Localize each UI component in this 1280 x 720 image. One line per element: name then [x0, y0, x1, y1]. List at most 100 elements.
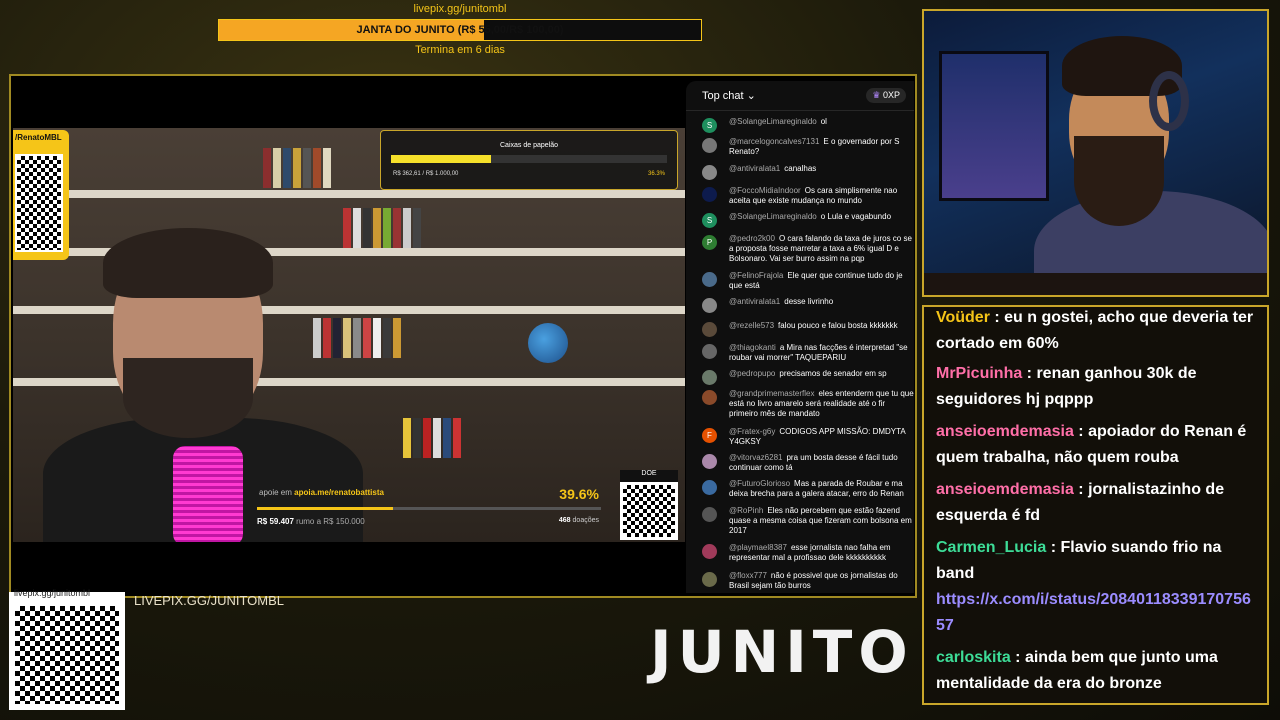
message-text: canalhas	[784, 164, 817, 173]
chat-message: Voüder : eu n gostei, acho que deveria t…	[936, 307, 1258, 357]
chat-message: anseioemdemasia : apoiador do Renan é qu…	[936, 419, 1258, 471]
chat-username[interactable]: Carmen_Lucia	[936, 539, 1046, 556]
apoie-donations-count: 468	[558, 517, 571, 524]
youtube-chat-message: @vitorvaz6281 pra um bosta desse é fácil …	[702, 453, 914, 473]
brand-logo: JUNITO	[650, 618, 914, 686]
youtube-chat-message: S @SolangeLimareginaldo ol	[702, 117, 914, 133]
youtube-chat-message: F @Fratex-g6y CODIGOS APP MISSÃO: DMDYTA Y…	[702, 427, 914, 447]
avatar[interactable]	[702, 272, 717, 287]
apoie-percent: 39.6%	[559, 486, 599, 502]
message-author[interactable]: @vitorvaz6281	[729, 453, 782, 462]
message-author[interactable]: @SolangeLimareginaldo	[729, 117, 817, 126]
bottom-url: LIVEPIX.GG/JUNITOMBL	[134, 593, 285, 608]
message-text: falou pouco e falou bosta kkkkkkk	[778, 321, 898, 330]
avatar[interactable]: S	[702, 118, 717, 133]
chat-username[interactable]: anseioemdemasia	[936, 423, 1074, 440]
apoie-fill	[257, 507, 394, 510]
chat-username[interactable]: MrPicuinha	[936, 365, 1022, 382]
avatar[interactable]	[702, 480, 717, 495]
avatar[interactable]	[702, 370, 717, 385]
apoie-track	[257, 507, 601, 510]
message-author[interactable]: @playmael8387	[729, 543, 787, 552]
stream-chat-panel: Voüder : eu n gostei, acho que deveria t…	[922, 305, 1269, 705]
papelao-goal: Caixas de papelão R$ 362,61 / R$ 1.000,0…	[380, 130, 678, 190]
message-author[interactable]: @grandprimemasterflex	[729, 389, 814, 398]
papelao-title: Caixas de papelão	[500, 142, 558, 149]
chat-username[interactable]: carloskita	[936, 649, 1011, 666]
youtube-chat-panel: Top chat ⌄ ♛ 0XP S @SolangeLimareginaldo o…	[686, 81, 914, 593]
chat-link[interactable]: https://x.com/i/status/20840118339170756…	[936, 591, 1251, 634]
message-author[interactable]: @SolangeLimareginaldo	[729, 212, 817, 221]
avatar[interactable]	[702, 298, 717, 313]
message-author[interactable]: @Fratex-g6y	[729, 427, 775, 436]
chat-message: carloskita : ainda bem que junto uma men…	[936, 645, 1258, 697]
webcam-feed	[922, 9, 1269, 297]
avatar[interactable]	[702, 544, 717, 559]
chat-message: MrPicuinha : renan ganhou 30k de seguido…	[936, 361, 1258, 413]
message-text: desse livrinho	[784, 297, 834, 306]
papelao-percent: 36.3%	[647, 171, 665, 177]
streamer-beard	[1074, 136, 1164, 226]
avatar[interactable]	[702, 138, 717, 153]
message-author[interactable]: @rezelle573	[729, 321, 774, 330]
youtube-chat-message: @FuturoGlorioso Mas a parada de Roubar e …	[702, 479, 914, 499]
message-author[interactable]: @thiagokanti	[729, 343, 776, 352]
goal-subtitle: Termina em 6 dias	[415, 44, 505, 56]
youtube-chat-header: Top chat ⌄ ♛ 0XP	[686, 81, 914, 111]
message-author[interactable]: @floxx777	[729, 571, 767, 580]
apoie-prefix: apoie em	[259, 488, 292, 497]
apoie-widget: apoie em apoia.me/renatobattista 39.6% R…	[255, 482, 603, 532]
chat-username[interactable]: Voüder	[936, 309, 990, 326]
youtube-chat-message: P @pedro2k00 O cara falando da taxa de jur…	[702, 234, 914, 264]
desk	[924, 273, 1267, 295]
qr-handle: /RenatoMBL	[15, 133, 62, 142]
message-author[interactable]: @marcelogoncalves7131	[729, 137, 819, 146]
points-label: 0XP	[882, 90, 900, 100]
avatar[interactable]	[702, 187, 717, 202]
message-author[interactable]: @pedropupo	[729, 369, 775, 378]
avatar[interactable]	[702, 507, 717, 522]
message-author[interactable]: @FoccoMidiaIndoor	[729, 186, 801, 195]
points-badge[interactable]: ♛ 0XP	[866, 88, 906, 103]
doe-label: DOE	[620, 470, 678, 482]
youtube-chat-message: @antiviralata1 desse livrinho	[702, 297, 914, 313]
avatar[interactable]	[702, 165, 717, 180]
youtube-chat-message: @floxx777 não é possivel que os jornalist…	[702, 571, 914, 591]
apoie-amount: R$ 59.407	[257, 517, 294, 526]
monitor	[939, 51, 1049, 201]
crown-icon: ♛	[872, 90, 881, 100]
avatar[interactable]: S	[702, 213, 717, 228]
message-author[interactable]: @pedro2k00	[729, 234, 775, 243]
globe	[528, 323, 568, 363]
message-author[interactable]: @antiviralata1	[729, 297, 780, 306]
headset-icon	[1149, 71, 1189, 131]
youtube-chat-message: @FoccoMidiaIndoor Os cara simplismente na…	[702, 186, 914, 206]
papelao-fill	[391, 155, 492, 163]
message-author[interactable]: @FelinoFrajola	[729, 271, 783, 280]
chat-username[interactable]: anseioemdemasia	[936, 481, 1074, 498]
top-chat-dropdown[interactable]: Top chat ⌄	[702, 89, 756, 102]
youtube-chat-message: @grandprimemasterflex eles entenderm que …	[702, 389, 914, 419]
avatar[interactable]: P	[702, 235, 717, 250]
qr-code-icon	[15, 154, 63, 252]
apoie-goal: rumo a R$ 150.000	[296, 517, 365, 526]
message-author[interactable]: @RoPinh	[729, 506, 763, 515]
message-author[interactable]: @antiviralata1	[729, 164, 780, 173]
avatar[interactable]	[702, 454, 717, 469]
message-text: precisamos de senador em sp	[779, 369, 887, 378]
apoie-link: apoia.me/renatobattista	[294, 488, 384, 497]
youtube-chat-message: @antiviralata1 canalhas	[702, 164, 914, 180]
papelao-amount: R$ 362,61 / R$ 1.000,00	[393, 171, 459, 177]
bookshelf	[13, 190, 685, 198]
books	[263, 148, 331, 188]
qr-code-icon	[620, 482, 678, 540]
bottom-qr-url: livepix.gg/junitombl	[14, 588, 91, 598]
avatar[interactable]	[702, 572, 717, 587]
avatar[interactable]: F	[702, 428, 717, 443]
avatar[interactable]	[702, 390, 717, 405]
apoie-donations-label: doações	[572, 517, 599, 524]
message-author[interactable]: @FuturoGlorioso	[729, 479, 790, 488]
avatar[interactable]	[702, 322, 717, 337]
avatar[interactable]	[702, 344, 717, 359]
chat-message: anseioemdemasia : jornalistazinho de esq…	[936, 477, 1258, 529]
